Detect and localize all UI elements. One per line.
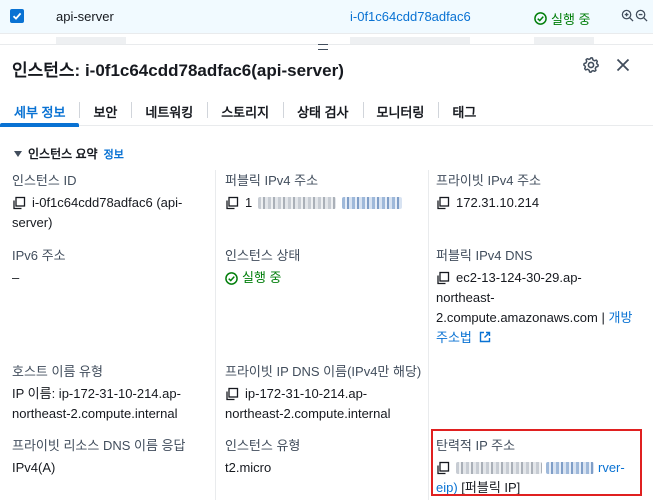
instance-type-field: 인스턴스 유형 t2.micro xyxy=(225,438,420,478)
tab-tags[interactable]: 태그 xyxy=(438,96,490,126)
split-panel-resize-handle[interactable] xyxy=(318,44,328,50)
copy-icon[interactable] xyxy=(436,196,450,210)
resource-dns-label: 프라이빗 리소스 DNS 이름 응답 xyxy=(12,438,186,453)
tab-storage[interactable]: 스토리지 xyxy=(207,96,283,126)
instance-id-label: 인스턴스 ID xyxy=(12,173,77,188)
private-dns-value: ip-172-31-10-214.ap- xyxy=(245,386,368,401)
ipv6-label: IPv6 주소 xyxy=(12,248,66,263)
private-ipv4-value: 172.31.10.214 xyxy=(456,195,540,210)
resource-dns-value: IPv4(A) xyxy=(12,460,56,475)
instance-type-value: t2.micro xyxy=(225,460,272,475)
column-divider xyxy=(428,170,429,500)
private-dns-label: 프라이빗 IP DNS 이름(IPv4만 해당) xyxy=(225,364,422,379)
private-dns-value-cont: northeast-2.compute.internal xyxy=(225,406,391,421)
public-dns-value-line1: ec2-13-124-30-29.ap- xyxy=(456,270,582,285)
copy-icon[interactable] xyxy=(225,387,239,401)
tab-security[interactable]: 보안 xyxy=(79,96,131,126)
detail-tabs: 세부 정보 보안 네트워킹 스토리지 상태 검사 모니터링 태그 xyxy=(0,96,653,127)
instance-type-label: 인스턴스 유형 xyxy=(225,438,301,453)
row-zoom-controls xyxy=(621,9,648,22)
resource-dns-field: 프라이빗 리소스 DNS 이름 응답 IPv4(A) xyxy=(12,438,212,478)
tab-monitoring[interactable]: 모니터링 xyxy=(362,96,439,126)
status-check-icon xyxy=(225,271,238,285)
section-title: 인스턴스 요약 xyxy=(28,147,98,161)
private-ipv4-label: 프라이빗 IPv4 주소 xyxy=(436,173,541,188)
row-instance-name: api-server xyxy=(56,9,114,24)
caret-down-icon[interactable] xyxy=(14,150,22,157)
instance-id-value: i-0f1c64cdd78adfac6 (api- xyxy=(32,195,183,210)
ipv6-field: IPv6 주소 – xyxy=(12,248,207,288)
public-dns-value-line2: northeast- xyxy=(436,290,495,305)
private-ipv4-field: 프라이빗 IPv4 주소 172.31.10.214 xyxy=(436,173,646,213)
row-status-label: 실행 중 xyxy=(551,12,591,27)
hostname-type-label: 호스트 이름 유형 xyxy=(12,364,103,379)
public-dns-label: 퍼블릭 IPv4 DNS xyxy=(436,248,533,263)
public-dns-separator: | xyxy=(601,310,605,325)
open-address-link[interactable]: 개방 xyxy=(609,310,633,325)
public-ipv4-label: 퍼블릭 IPv4 주소 xyxy=(225,173,319,188)
instance-summary-header[interactable]: 인스턴스 요약 정보 xyxy=(14,145,124,162)
instance-id-field: 인스턴스 ID i-0f1c64cdd78adfac6 (api- server… xyxy=(12,173,207,233)
row-instance-status: 실행 중 xyxy=(534,9,591,28)
info-link[interactable]: 정보 xyxy=(104,146,124,162)
redacted-ip xyxy=(258,197,337,209)
public-ipv4-value: 1 xyxy=(245,195,253,210)
tab-networking[interactable]: 네트워킹 xyxy=(131,96,207,126)
copy-icon[interactable] xyxy=(225,196,239,210)
zoom-in-icon[interactable] xyxy=(621,9,634,22)
hostname-type-field: 호스트 이름 유형 IP 이름: ip-172-31-10-214.ap- no… xyxy=(12,364,212,424)
copy-icon[interactable] xyxy=(12,196,26,210)
hostname-type-value-cont: northeast-2.compute.internal xyxy=(12,406,178,421)
redacted-ip-link[interactable] xyxy=(342,197,403,209)
hostname-type-value: IP 이름: ip-172-31-10-214.ap- xyxy=(12,386,181,401)
gear-icon[interactable] xyxy=(582,56,600,74)
selected-instance-row[interactable]: api-server i-0f1c64cdd78adfac6 실행 중 xyxy=(0,0,653,34)
panel-title: 인스턴스: i-0f1c64cdd78adfac6(api-server) xyxy=(12,61,344,80)
instance-id-value-cont: server) xyxy=(12,215,53,230)
row-instance-id-link[interactable]: i-0f1c64cdd78adfac6 xyxy=(350,9,471,24)
copy-icon[interactable] xyxy=(436,271,450,285)
instance-state-text: 실행 중 xyxy=(242,270,282,285)
instance-state-label: 인스턴스 상태 xyxy=(225,248,301,263)
row-checkbox[interactable] xyxy=(10,9,24,23)
column-divider xyxy=(215,170,216,500)
tab-details[interactable]: 세부 정보 xyxy=(0,96,80,127)
instance-state-value: 실행 중 xyxy=(225,268,420,288)
check-icon xyxy=(12,12,22,20)
public-dns-value-line3: 2.compute.amazonaws.com xyxy=(436,310,598,325)
private-dns-field: 프라이빗 IP DNS 이름(IPv4만 해당) ip-172-31-10-21… xyxy=(225,364,425,424)
open-address-link-cont[interactable]: 주소법 xyxy=(436,330,472,345)
instance-state-field: 인스턴스 상태 실행 중 xyxy=(225,248,420,288)
status-check-icon xyxy=(534,12,547,25)
public-dns-field: 퍼블릭 IPv4 DNS ec2-13-124-30-29.ap- northe… xyxy=(436,248,646,348)
elastic-ip-highlight-box xyxy=(431,429,642,496)
close-icon[interactable] xyxy=(614,56,632,74)
public-ipv4-field: 퍼블릭 IPv4 주소 1 xyxy=(225,173,420,213)
zoom-out-icon[interactable] xyxy=(635,9,648,22)
ipv6-value: – xyxy=(12,270,20,285)
tab-status-checks[interactable]: 상태 검사 xyxy=(283,96,362,126)
external-link-icon[interactable] xyxy=(479,331,491,343)
